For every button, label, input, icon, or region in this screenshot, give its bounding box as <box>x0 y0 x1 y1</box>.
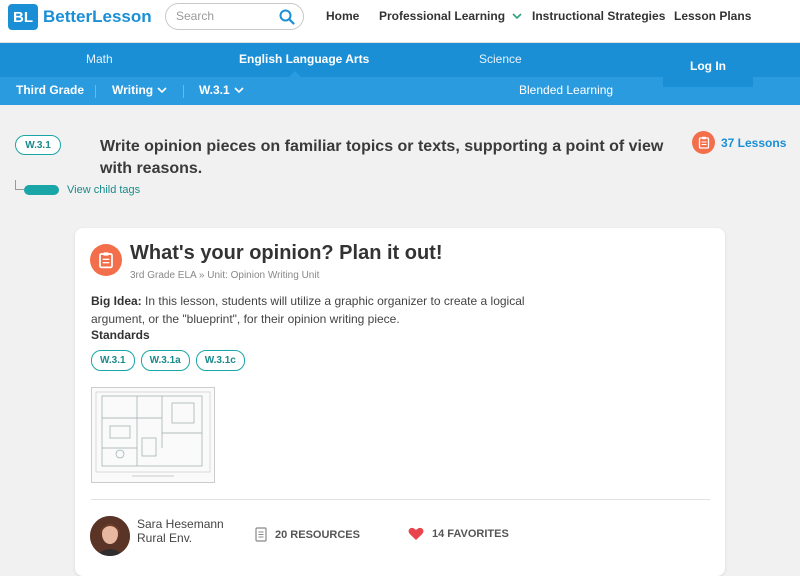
nav-home[interactable]: Home <box>326 9 359 23</box>
blended-learning-link[interactable]: Blended Learning <box>519 83 613 97</box>
tree-connector <box>15 180 24 190</box>
chevron-down-icon <box>234 87 244 94</box>
standard-title: Write opinion pieces on familiar topics … <box>100 138 664 177</box>
child-tags-label: View child tags <box>67 184 141 196</box>
chevron-down-icon <box>157 87 167 94</box>
author-name[interactable]: Sara Hesemann <box>137 517 224 531</box>
grade-standard-label: W.3.1 <box>199 83 230 97</box>
chevron-down-icon <box>512 13 522 20</box>
nav-lesson-plans[interactable]: Lesson Plans <box>674 9 751 23</box>
lessons-count-link[interactable]: 37 Lessons <box>692 131 786 154</box>
heart-icon[interactable] <box>408 527 424 541</box>
favorites-label: 14 FAVORITES <box>432 528 509 540</box>
card-divider <box>91 499 710 500</box>
resources-count[interactable]: 20 RESOURCES <box>255 527 360 542</box>
grade-divider <box>183 85 184 98</box>
big-idea-label: Big Idea: <box>91 294 142 308</box>
standard-tag[interactable]: W.3.1a <box>140 350 190 371</box>
favorites-count[interactable]: 14 FAVORITES <box>408 527 509 541</box>
big-idea-text: In this lesson, students will utilize a … <box>91 294 525 326</box>
clipboard-icon <box>692 131 715 154</box>
logo-badge: BL <box>8 4 38 30</box>
tab-english-language-arts[interactable]: English Language Arts <box>239 52 369 66</box>
lesson-thumbnail[interactable] <box>91 387 215 483</box>
nav-instructional-strategies[interactable]: Instructional Strategies <box>532 9 665 23</box>
login-button[interactable]: Log In <box>663 43 753 87</box>
logo-text: BetterLesson <box>43 7 152 26</box>
grade-writing-dropdown[interactable]: Writing <box>112 83 167 97</box>
child-tags-toggle[interactable]: View child tags <box>15 180 140 196</box>
brand-logo[interactable]: BL BetterLesson <box>8 4 152 30</box>
avatar[interactable] <box>90 516 130 556</box>
standard-code-pill[interactable]: W.3.1 <box>15 135 61 155</box>
standards-label: Standards <box>91 328 150 342</box>
resources-label: 20 RESOURCES <box>275 528 360 541</box>
standards-tags: W.3.1 W.3.1a W.3.1c <box>91 350 245 371</box>
nav-professional-learning[interactable]: Professional Learning <box>379 9 522 23</box>
tab-science[interactable]: Science <box>479 52 522 66</box>
lesson-card[interactable]: What's your opinion? Plan it out! 3rd Gr… <box>75 228 725 576</box>
child-tag-pill <box>24 185 59 195</box>
standard-tag[interactable]: W.3.1c <box>195 350 245 371</box>
clipboard-icon <box>90 244 122 276</box>
grade-third-grade[interactable]: Third Grade <box>16 83 84 97</box>
search-icon[interactable] <box>279 9 295 25</box>
lesson-title[interactable]: What's your opinion? Plan it out! <box>130 242 443 265</box>
top-nav: BL BetterLesson Home Professional Learni… <box>0 0 800 43</box>
grade-writing-label: Writing <box>112 83 154 97</box>
blueprint-thumbnail-image <box>92 388 214 482</box>
document-icon <box>255 527 267 542</box>
nav-professional-learning-label: Professional Learning <box>379 9 506 23</box>
lesson-breadcrumb: 3rd Grade ELA » Unit: Opinion Writing Un… <box>130 270 320 281</box>
tab-math[interactable]: Math <box>86 52 113 66</box>
standard-tag[interactable]: W.3.1 <box>91 350 135 371</box>
search-box <box>165 3 304 30</box>
lessons-count: 37 Lessons <box>721 135 787 150</box>
grade-divider <box>95 85 96 98</box>
search-input[interactable] <box>176 9 276 23</box>
grade-standard-dropdown[interactable]: W.3.1 <box>199 83 244 97</box>
author-school: Rural Env. <box>137 531 193 545</box>
big-idea: Big Idea: In this lesson, students will … <box>91 292 561 328</box>
